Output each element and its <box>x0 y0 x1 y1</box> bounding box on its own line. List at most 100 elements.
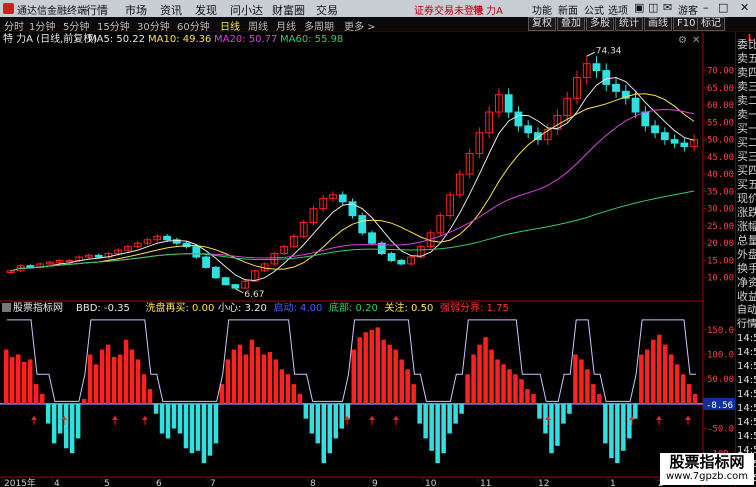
draw-line-button[interactable]: 画线 <box>644 17 672 31</box>
sidebar-item[interactable]: 卖五 <box>737 52 756 66</box>
sidebar-item[interactable]: 买一 <box>737 122 756 136</box>
tab-15min[interactable]: 15分钟 <box>97 18 130 33</box>
indicator-value-1: 洗盘再买: 0.00 <box>146 301 215 314</box>
tab-daily[interactable]: 日线 <box>220 18 240 33</box>
buy-arrow-icon <box>393 415 399 420</box>
sidebar-item[interactable]: 14:50 <box>737 430 756 444</box>
menu-new-page[interactable]: 新面 <box>558 2 578 17</box>
f10-button[interactable]: F10 <box>673 17 700 31</box>
sidebar-item[interactable]: 14:50 <box>737 332 756 346</box>
stats-button[interactable]: 统计 <box>615 17 643 31</box>
low-label: 6.67 <box>244 290 264 300</box>
menu-item-discover[interactable]: 发现 <box>195 2 217 18</box>
tab-30min[interactable]: 30分钟 <box>137 18 170 33</box>
tab-intraday[interactable]: 分时 <box>4 18 24 33</box>
tab-weekly[interactable]: 周线 <box>248 18 268 33</box>
indicator-bar <box>321 403 327 464</box>
guest-label[interactable]: 游客 <box>678 2 698 17</box>
sidebar-item[interactable]: 买四 <box>737 164 756 178</box>
sidebar-item[interactable]: 买三 <box>737 150 756 164</box>
indicator-bar <box>519 379 524 404</box>
menu-options[interactable]: 选项 <box>608 2 628 17</box>
indicator-value-5: 关注: 0.50 <box>385 301 434 314</box>
menu-functions[interactable]: 功能 <box>532 2 552 17</box>
sidebar-item[interactable]: 收益 <box>737 290 756 304</box>
sidebar-item[interactable]: 现价 <box>737 192 756 206</box>
sidebar-item[interactable]: 买五 <box>737 178 756 192</box>
sidebar-item[interactable]: 14:50 <box>737 360 756 374</box>
candle <box>670 139 679 144</box>
sidebar-item[interactable]: 行情 <box>737 318 756 332</box>
sidebar-item[interactable]: 14:50 <box>737 416 756 430</box>
tab-1min[interactable]: 1分钟 <box>29 18 55 33</box>
tab-monthly[interactable]: 月线 <box>276 18 296 33</box>
chart-area[interactable]: 特 力A (日线,前复权)MA5: 50.22 MA10: 49.36 MA20: … <box>0 33 735 487</box>
sidebar-item[interactable]: 委比 <box>737 38 756 52</box>
indicator-bar <box>669 354 674 404</box>
tab-multi-period[interactable]: 多周期 <box>304 18 334 33</box>
adjust-button[interactable]: 复权 <box>528 17 556 31</box>
sidebar-item[interactable]: 卖一 <box>737 108 756 122</box>
overlay-button[interactable]: 叠加 <box>557 17 585 31</box>
sidebar-item[interactable]: 外盘 <box>737 248 756 262</box>
maximize-icon[interactable]: □ <box>718 1 728 14</box>
x-tick-label: 12 <box>538 479 549 487</box>
indicator-bar <box>357 337 362 404</box>
indicator-bar <box>381 339 386 404</box>
indicator-bar <box>501 364 506 404</box>
indicator-bar <box>651 339 656 404</box>
skin-icon[interactable]: ▣ <box>634 1 644 14</box>
tab-more[interactable]: 更多 > <box>344 18 376 33</box>
indicator-value-2: 小心: 3.20 <box>218 302 267 314</box>
sidebar-item[interactable]: 14:50 <box>737 388 756 402</box>
indicator-bar <box>537 403 542 419</box>
indicator-bar <box>93 364 99 404</box>
sidebar-item[interactable]: 总量 <box>737 234 756 248</box>
buy-arrow-icon <box>112 415 118 420</box>
indicator-bar <box>465 374 470 404</box>
minimize-icon[interactable]: – <box>703 1 709 14</box>
menu-item-market[interactable]: 市场 <box>125 2 147 18</box>
indicator-bar <box>201 403 207 464</box>
tab-60min[interactable]: 60分钟 <box>177 18 210 33</box>
indicator-bar <box>237 344 243 404</box>
indicator-bar <box>249 339 255 404</box>
indicator-bar <box>177 403 183 434</box>
sidebar-item[interactable]: 自动 <box>737 304 756 318</box>
watermark: 股票指标网 www.7gpzb.com <box>660 453 754 485</box>
indicator-bar <box>561 403 566 424</box>
sidebar-item[interactable]: 卖二 <box>737 94 756 108</box>
sidebar-item[interactable]: 净资 <box>737 276 756 290</box>
window-restore-icon[interactable]: ◫ <box>648 1 658 14</box>
buy-arrow-icon <box>656 415 662 420</box>
indicator-bar <box>9 356 15 404</box>
sidebar-item[interactable]: 买二 <box>737 136 756 150</box>
sidebar-item[interactable]: 涨幅 <box>737 220 756 234</box>
sidebar-item[interactable]: 换手 <box>737 262 756 276</box>
mark-button[interactable]: 标记 <box>697 17 725 31</box>
multi-stock-button[interactable]: 多股 <box>586 17 614 31</box>
menu-item-market-quotes[interactable]: 行情 <box>86 2 108 18</box>
indicator-bar <box>261 354 267 404</box>
candle <box>612 83 620 92</box>
indicator-bar <box>549 403 554 454</box>
indicator-bar <box>513 374 518 404</box>
menu-item-ask-assistant[interactable]: 问小达 <box>230 2 263 18</box>
sidebar-item[interactable]: 14:50 <box>737 402 756 416</box>
title-bar: 通达信金融终端 行情 市场 资讯 发现 问小达 财富圈 交易 证券交易未登录 特… <box>0 0 756 17</box>
message-icon[interactable]: ✉ <box>663 1 672 14</box>
indicator-bar <box>45 403 51 424</box>
current-value-badge: -8.56 <box>706 401 733 411</box>
tab-5min[interactable]: 5分钟 <box>63 18 89 33</box>
sidebar-item[interactable]: 卖三 <box>737 80 756 94</box>
menu-item-wealth-circle[interactable]: 财富圈 <box>272 2 305 18</box>
menu-item-news[interactable]: 资讯 <box>160 2 182 18</box>
sidebar-item[interactable]: 涨跌 <box>737 206 756 220</box>
menu-formula[interactable]: 公式 <box>584 2 604 17</box>
sidebar-item[interactable]: 14:50 <box>737 346 756 360</box>
candle <box>397 259 406 265</box>
sidebar-item[interactable]: 卖四 <box>737 66 756 80</box>
sidebar-item[interactable]: 14:50 <box>737 374 756 388</box>
menu-item-trade[interactable]: 交易 <box>316 2 338 18</box>
close-icon[interactable]: ✕ <box>740 1 749 14</box>
